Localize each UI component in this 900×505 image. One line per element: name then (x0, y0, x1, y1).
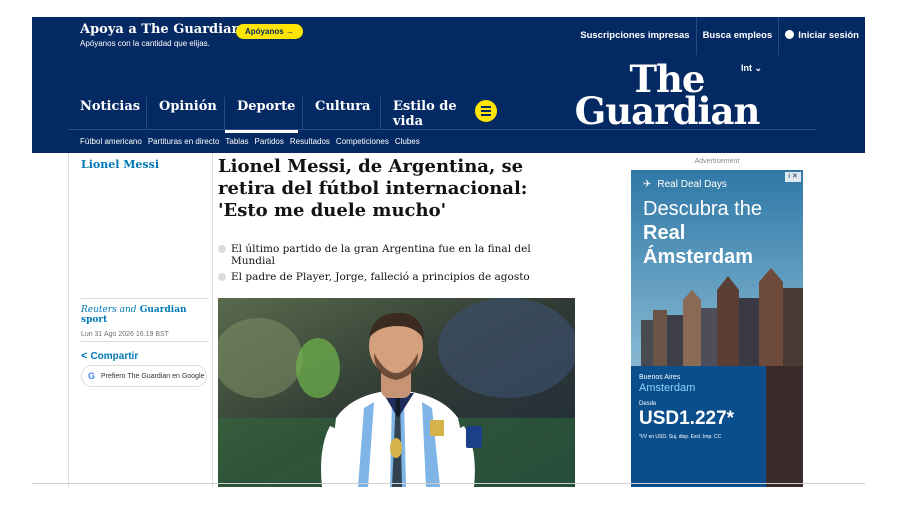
print-subscriptions-link[interactable]: Suscripciones impresas (574, 17, 695, 55)
ad-brand: ✈ Real Deal Days (643, 179, 727, 190)
menu-icon-bar (481, 106, 491, 108)
ad-from-label: Desde (639, 401, 657, 407)
ad-close-button[interactable]: i ✕ (785, 172, 801, 182)
user-icon (785, 30, 795, 39)
byline: Reuters and Guardian sport (81, 305, 209, 325)
site-header: Int ⌄ The Guardian Noticias Opinión Depo… (32, 55, 865, 153)
byline-agency: Reuters and (81, 305, 137, 315)
sub-nav: Fútbol americano Partituras en directo T… (68, 129, 816, 153)
standfirst-text: El último partido de la gran Argentina f… (231, 243, 531, 267)
pillar-news[interactable]: Noticias (68, 97, 146, 129)
subnav-competitions[interactable]: Competiciones (336, 137, 389, 146)
standfirst-text: El padre de Player, Jorge, falleció a pr… (231, 271, 530, 283)
ad-headline-line-1: Descubra the (643, 198, 762, 220)
article-meta-column: Lionel Messi Reuters and Guardian sport … (68, 153, 213, 487)
sign-in-label: Iniciar sesión (798, 30, 859, 41)
share-label: Compartir (90, 350, 139, 362)
subnav-live-scores[interactable]: Partituras en directo (148, 137, 220, 146)
pillar-lifestyle[interactable]: Estilo de vida (380, 97, 458, 129)
ad-destination: Amsterdam (639, 382, 696, 394)
guardian-logo[interactable]: The Guardian (572, 61, 762, 133)
menu-icon-bar (481, 114, 491, 116)
google-preference-button[interactable]: G Prefiero The Guardian en Google (81, 365, 207, 387)
bullet-dot (218, 245, 226, 253)
series-tag[interactable]: Lionel Messi (81, 158, 159, 171)
pillar-nav: Noticias Opinión Deporte Cultura Estilo … (68, 97, 458, 133)
ad-price: USD1.227* (639, 408, 735, 429)
ad-column: Advertisement i ✕ ✈ Real Deal Days Descu… (631, 153, 813, 487)
standfirst-item: El último partido de la gran Argentina f… (218, 243, 548, 267)
subnav-results[interactable]: Resultados (290, 137, 330, 146)
menu-button[interactable] (475, 100, 497, 122)
pillar-culture[interactable]: Cultura (302, 97, 380, 129)
subnav-american-football[interactable]: Fútbol americano (80, 137, 142, 146)
support-title: Apoya a The Guardian (80, 22, 241, 37)
advertisement-label: Advertisement (694, 158, 740, 165)
bullet-dot (218, 273, 226, 281)
jobs-link[interactable]: Busca empleos (695, 17, 779, 55)
logo-line-2: Guardian (574, 89, 761, 133)
standfirst-item: El padre de Player, Jorge, falleció a pr… (218, 271, 548, 283)
article-headline: Lionel Messi, de Argentina, se retira de… (218, 156, 528, 221)
player-photo-illustration (218, 298, 575, 487)
share-icon: < (81, 350, 88, 362)
ad-headline-line-3: Ámsterdam (643, 246, 754, 268)
ad-headline: Descubra the Real Ámsterdam (643, 197, 803, 269)
support-bar: Apoya a The Guardian Apóyanos con la can… (32, 17, 865, 55)
top-links: Suscripciones impresas Busca empleos Ini… (574, 17, 865, 55)
subnav-tables[interactable]: Tablas (225, 137, 248, 146)
pillar-opinion[interactable]: Opinión (146, 97, 224, 129)
subnav-fixtures[interactable]: Partidos (255, 137, 284, 146)
advertisement[interactable]: i ✕ ✈ Real Deal Days Descubra the Real Ám… (631, 170, 803, 487)
article-main-image (218, 298, 575, 487)
ad-origin-city: Buenos Aires (639, 374, 681, 381)
share-button[interactable]: < Compartir (81, 341, 209, 362)
support-button[interactable]: Apóyanos → (236, 24, 303, 39)
ad-price-card: Buenos Aires Amsterdam Desde USD1.227* *… (631, 366, 766, 487)
ad-brand-label: Real Deal Days (657, 179, 727, 190)
standfirst-list: El último partido de la gran Argentina f… (218, 243, 548, 287)
ad-fine-print: *I/V en USD. Suj. disp. Excl. Imp. CC (639, 434, 722, 440)
publication-date: Lun 31 Ago 2026 16.19 BST (81, 331, 169, 338)
pillar-sport[interactable]: Deporte (224, 97, 302, 133)
sign-in-link[interactable]: Iniciar sesión (778, 17, 865, 55)
menu-icon-bar (481, 110, 491, 112)
bottom-divider (32, 483, 865, 484)
airplane-icon: ✈ (643, 179, 652, 190)
browser-viewport: Apoya a The Guardian Apóyanos con la can… (32, 17, 865, 487)
ad-headline-line-2: Real (643, 222, 686, 244)
subnav-clubs[interactable]: Clubes (395, 137, 420, 146)
google-icon: G (88, 371, 96, 381)
google-preference-label: Prefiero The Guardian en Google (101, 372, 205, 380)
support-subtitle: Apóyanos con la cantidad que elijas. (80, 39, 210, 48)
byline-block: Reuters and Guardian sport Lun 31 Ago 20… (81, 298, 209, 338)
